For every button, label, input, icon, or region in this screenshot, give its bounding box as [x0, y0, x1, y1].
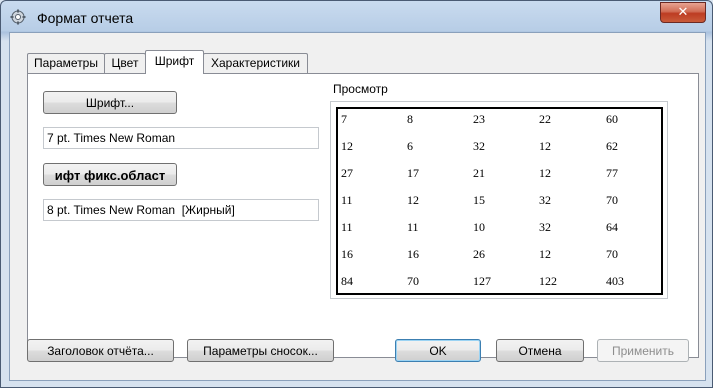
footnote-params-button[interactable]: Параметры сносок... — [187, 339, 334, 362]
preview-cell: 11 — [407, 220, 419, 234]
preview-cell: 32 — [539, 193, 551, 207]
preview-cell: 8 — [407, 112, 413, 126]
font-tab-panel: Шрифт... 7 pt. Times New Roman ифт фикс.… — [27, 73, 699, 358]
preview-cell: 64 — [606, 220, 618, 234]
preview-cell: 12 — [407, 193, 419, 207]
preview-cell: 70 — [606, 247, 618, 261]
close-icon: ✕ — [677, 4, 689, 19]
preview-cell: 60 — [606, 112, 618, 126]
preview-cell: 15 — [473, 193, 485, 207]
tab-label: Шрифт — [154, 54, 195, 68]
report-format-dialog: Формат отчета ✕ Параметры Цвет Шрифт Хар… — [0, 0, 713, 388]
preview-cell: 403 — [606, 274, 624, 288]
preview-cell: 32 — [539, 220, 551, 234]
preview-cell: 27 — [341, 166, 353, 180]
preview-cell: 17 — [407, 166, 419, 180]
button-label: Отмена — [518, 344, 562, 358]
preview-cell: 70 — [606, 193, 618, 207]
tab-label: Цвет — [111, 56, 139, 70]
button-label: OK — [429, 344, 447, 358]
tab-color[interactable]: Цвет — [104, 53, 146, 73]
preview-cell: 12 — [341, 139, 353, 153]
button-label: Применить — [611, 344, 674, 358]
close-button[interactable]: ✕ — [660, 2, 706, 23]
button-label: ифт фикс.област — [54, 168, 166, 183]
font-value-field[interactable]: 7 pt. Times New Roman — [43, 127, 319, 149]
preview-cell: 77 — [606, 166, 618, 180]
dialog-body: Параметры Цвет Шрифт Характеристики Шриф… — [9, 32, 706, 381]
preview-cell: 11 — [341, 220, 353, 234]
tab-parameters[interactable]: Параметры — [27, 53, 105, 73]
preview-cell: 7 — [341, 112, 347, 126]
apply-button[interactable]: Применить — [597, 339, 689, 362]
preview-cell: 70 — [407, 274, 419, 288]
preview-cell: 10 — [473, 220, 485, 234]
title-bar[interactable]: Формат отчета ✕ — [1, 1, 712, 32]
button-label: Параметры сносок... — [203, 344, 318, 358]
tab-characteristics[interactable]: Характеристики — [203, 53, 308, 73]
preview-cell: 127 — [473, 274, 491, 288]
preview-cell: 21 — [473, 166, 485, 180]
button-label: Заголовок отчёта... — [47, 344, 154, 358]
preview-box: 7 8 23 22 60 12 6 32 12 62 27 17 21 12 77 11 12 15 32 70 11 1… — [330, 101, 668, 299]
preview-cell: 26 — [473, 247, 485, 261]
gear-icon — [10, 9, 26, 25]
preview-cell: 122 — [539, 274, 557, 288]
preview-cell: 12 — [539, 166, 551, 180]
preview-cell: 84 — [341, 274, 353, 288]
cancel-button[interactable]: Отмена — [496, 339, 584, 362]
fixed-area-font-button[interactable]: ифт фикс.област — [43, 163, 177, 186]
window-title: Формат отчета — [37, 10, 134, 26]
tab-label: Параметры — [34, 56, 98, 70]
preview-cell: 12 — [539, 139, 551, 153]
preview-table: 7 8 23 22 60 12 6 32 12 62 27 17 21 12 77 11 12 15 32 70 11 1… — [336, 107, 663, 295]
tab-label: Характеристики — [211, 56, 300, 70]
preview-label: Просмотр — [333, 82, 388, 96]
tab-font[interactable]: Шрифт — [145, 50, 204, 74]
button-label: Шрифт... — [85, 96, 135, 110]
ok-button[interactable]: OK — [395, 339, 481, 362]
preview-cell: 12 — [539, 247, 551, 261]
preview-cell: 22 — [539, 112, 551, 126]
preview-cell: 62 — [606, 139, 618, 153]
preview-cell: 6 — [407, 139, 413, 153]
fixed-area-font-value-field[interactable]: 8 pt. Times New Roman [Жирный] — [43, 199, 319, 221]
preview-cell: 16 — [407, 247, 419, 261]
preview-cell: 16 — [341, 247, 353, 261]
report-header-button[interactable]: Заголовок отчёта... — [27, 339, 174, 362]
font-button[interactable]: Шрифт... — [43, 91, 177, 114]
preview-cell: 11 — [341, 193, 353, 207]
preview-cell: 23 — [473, 112, 485, 126]
preview-cell: 32 — [473, 139, 485, 153]
